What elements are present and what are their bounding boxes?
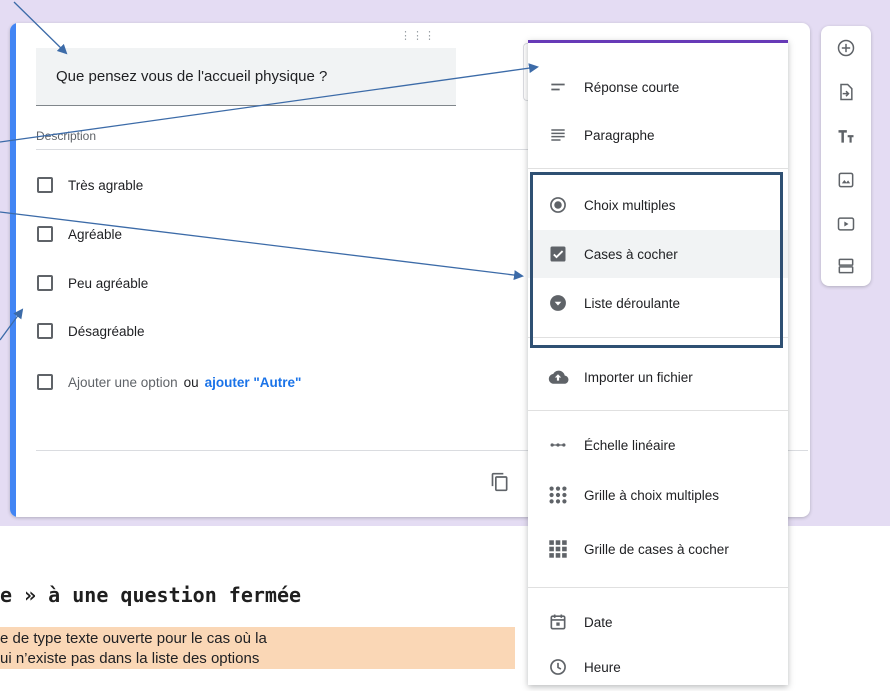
menu-item-label: Liste déroulante [584, 295, 681, 311]
document-note: e de type texte ouverte pour le cas où l… [0, 627, 515, 669]
option-row[interactable]: Peu agréable [37, 273, 148, 293]
add-other-link[interactable]: ajouter "Autre" [205, 375, 302, 390]
option-label[interactable]: Désagréable [68, 324, 145, 339]
checkbox-icon[interactable] [37, 177, 53, 193]
menu-item-label: Grille à choix multiples [584, 487, 720, 503]
menu-item-multiple-choice[interactable]: Choix multiples [528, 181, 788, 229]
short-answer-icon [546, 75, 570, 99]
menu-divider [528, 337, 788, 338]
question-type-menu[interactable]: Réponse courte Paragraphe Choix multiple… [528, 40, 788, 685]
menu-item-label: Choix multiples [584, 197, 676, 213]
menu-item-date[interactable]: Date [528, 598, 788, 646]
checkbox-icon [546, 242, 570, 266]
menu-item-checkbox-grid[interactable]: Grille de cases à cocher [528, 525, 788, 573]
question-title-text: Que pensez vous de l'accueil physique ? [56, 68, 328, 85]
menu-item-multiple-choice-grid[interactable]: Grille à choix multiples [528, 471, 788, 519]
add-option-link[interactable]: Ajouter une option [68, 375, 178, 390]
option-label[interactable]: Agréable [68, 227, 122, 242]
menu-item-label: Paragraphe [584, 127, 655, 143]
menu-item-label: Cases à cocher [584, 246, 678, 262]
checkbox-grid-icon [546, 537, 570, 561]
checkbox-icon[interactable] [37, 226, 53, 242]
checkbox-icon[interactable] [37, 323, 53, 339]
paragraph-icon [546, 123, 570, 147]
add-question-icon[interactable] [836, 38, 856, 58]
menu-item-short-answer[interactable]: Réponse courte [528, 63, 788, 111]
menu-item-dropdown[interactable]: Liste déroulante [528, 279, 788, 327]
active-card-accent [10, 23, 16, 517]
drag-handle-icon[interactable]: ⋮⋮⋮ [400, 29, 436, 42]
document-heading: e » à une question fermée [0, 583, 302, 607]
add-or-text: ou [183, 374, 199, 390]
menu-item-label: Échelle linéaire [584, 437, 676, 453]
option-row[interactable]: Agréable [37, 224, 122, 244]
menu-item-label: Importer un fichier [584, 369, 693, 385]
calendar-icon [546, 610, 570, 634]
menu-divider [528, 587, 788, 588]
menu-divider [528, 410, 788, 411]
radio-icon [546, 193, 570, 217]
note-line: e de type texte ouverte pour le cas où l… [0, 630, 267, 647]
add-video-icon[interactable] [836, 214, 856, 234]
option-row[interactable]: Désagréable [37, 321, 145, 341]
menu-item-label: Date [584, 614, 613, 630]
option-row[interactable]: Très agrable [37, 175, 143, 195]
menu-item-label: Heure [584, 659, 621, 675]
import-questions-icon[interactable] [836, 82, 856, 102]
menu-divider [528, 168, 788, 169]
checkbox-icon[interactable] [37, 275, 53, 291]
add-title-icon[interactable] [836, 126, 856, 146]
floating-toolbar [821, 26, 871, 286]
option-label[interactable]: Très agrable [68, 178, 143, 193]
menu-item-file-upload[interactable]: Importer un fichier [528, 353, 788, 401]
checkbox-icon [37, 374, 53, 390]
clock-icon [546, 655, 570, 679]
menu-item-checkboxes[interactable]: Cases à cocher [528, 230, 788, 278]
cloud-upload-icon [546, 365, 570, 389]
menu-item-linear-scale[interactable]: Échelle linéaire [528, 421, 788, 469]
note-line: ui n’existe pas dans la liste des option… [0, 650, 260, 667]
add-image-icon[interactable] [836, 170, 856, 190]
radio-grid-icon [546, 483, 570, 507]
dropdown-icon [546, 291, 570, 315]
description-field[interactable]: Description [36, 127, 544, 150]
linear-scale-icon [546, 433, 570, 457]
menu-item-label: Grille de cases à cocher [584, 541, 729, 557]
add-section-icon[interactable] [836, 256, 856, 276]
menu-item-label: Réponse courte [584, 79, 680, 95]
option-label[interactable]: Peu agréable [68, 276, 148, 291]
menu-item-paragraph[interactable]: Paragraphe [528, 111, 788, 159]
menu-item-time[interactable]: Heure [528, 643, 788, 691]
duplicate-icon[interactable] [490, 472, 510, 497]
question-title-field[interactable]: Que pensez vous de l'accueil physique ? [36, 48, 456, 106]
description-placeholder: Description [36, 129, 97, 143]
add-option-row[interactable]: Ajouter une option ou ajouter "Autre" [37, 372, 301, 392]
